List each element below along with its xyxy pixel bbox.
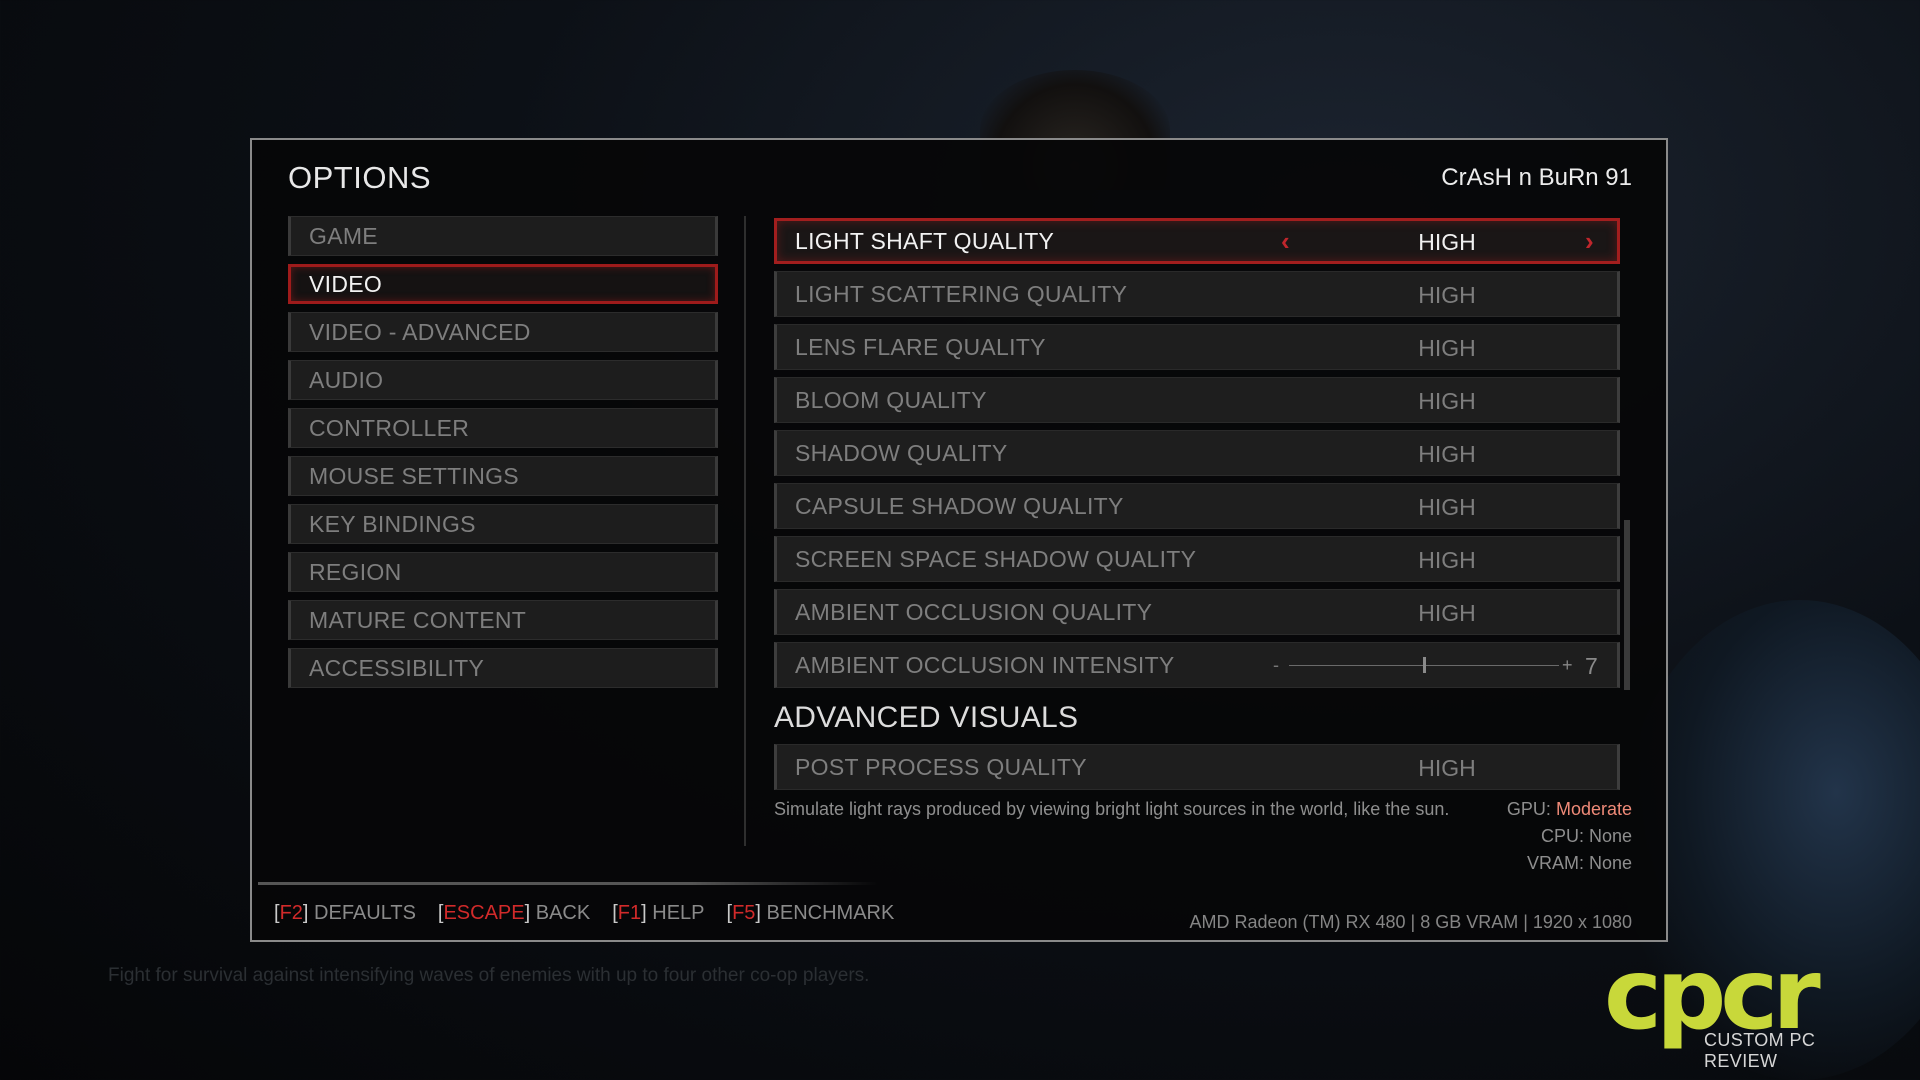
username: CrAsH n BuRn 91 (1441, 164, 1632, 191)
hint-label: BACK (535, 902, 591, 924)
setting-label: LIGHT SCATTERING QUALITY (795, 281, 1128, 307)
performance-impact: GPU: Moderate CPU: None VRAM: None (1507, 796, 1632, 877)
setting-value: HIGH (1418, 755, 1476, 781)
chevron-left-icon[interactable]: ‹ (1281, 221, 1290, 261)
options-panel: OPTIONS CrAsH n BuRn 91 GAME VIDEO VIDEO -… (250, 138, 1668, 942)
hint-key: F5 (732, 902, 756, 924)
hint-label: BENCHMARK (766, 902, 895, 924)
settings-list: LIGHT SHAFT QUALITY ‹ › HIGH LIGHT SCATTERIN… (774, 218, 1620, 797)
nav-item-mature-content[interactable]: MATURE CONTENT (288, 600, 718, 640)
setting-value: HIGH (1418, 494, 1476, 520)
setting-value: HIGH (1418, 335, 1476, 361)
section-heading-advanced-visuals: ADVANCED VISUALS (774, 701, 1079, 734)
setting-value: HIGH (1418, 229, 1476, 255)
hint-back[interactable]: [ESCAPE] BACK (438, 902, 590, 925)
watermark-logo-letters: cpcr (1604, 938, 1821, 1052)
slider-increase[interactable]: + (1562, 643, 1573, 687)
bracket: ] (302, 902, 309, 924)
hint-defaults[interactable]: [F2] DEFAULTS (274, 902, 416, 925)
background-mode-description: Fight for survival against intensifying … (108, 965, 870, 986)
watermark-tagline: CUSTOM PC REVIEW (1704, 1030, 1816, 1071)
nav-item-video-advanced[interactable]: VIDEO - ADVANCED (288, 312, 718, 352)
setting-label: BLOOM QUALITY (795, 387, 987, 413)
setting-row-screen-space-shadow-quality[interactable]: SCREEN SPACE SHADOW QUALITY HIGH (774, 536, 1620, 582)
setting-label: LIGHT SHAFT QUALITY (795, 228, 1055, 254)
setting-value: HIGH (1418, 441, 1476, 467)
hint-key: ESCAPE (443, 902, 525, 924)
hint-help[interactable]: [F1] HELP (612, 902, 704, 925)
chevron-right-icon[interactable]: › (1585, 221, 1594, 261)
hint-key: F1 (617, 902, 642, 924)
nav-item-controller[interactable]: CONTROLLER (288, 408, 718, 448)
watermark-logo: cpcr CUSTOM PC REVIEW (1604, 938, 1894, 1071)
footer-divider (258, 882, 878, 885)
page-title: OPTIONS (288, 160, 432, 195)
setting-row-capsule-shadow-quality[interactable]: CAPSULE SHADOW QUALITY HIGH (774, 483, 1620, 529)
gpu-impact: GPU: Moderate (1506, 799, 1632, 819)
setting-row-bloom-quality[interactable]: BLOOM QUALITY HIGH (774, 377, 1620, 423)
setting-description: Simulate light rays produced by viewing … (774, 799, 1450, 819)
setting-label: SHADOW QUALITY (795, 440, 1008, 466)
setting-label: CAPSULE SHADOW QUALITY (795, 493, 1124, 519)
hint-benchmark[interactable]: [F5] BENCHMARK (727, 902, 895, 925)
nav-item-accessibility[interactable]: ACCESSIBILITY (288, 648, 718, 688)
hint-label: HELP (652, 902, 705, 924)
bracket: ] (755, 902, 761, 924)
gpu-impact-value: Moderate (1555, 799, 1632, 819)
vram-impact: VRAM: None (1526, 853, 1632, 873)
setting-label: SCREEN SPACE SHADOW QUALITY (795, 546, 1197, 572)
setting-value: HIGH (1418, 547, 1476, 573)
nav-item-key-bindings[interactable]: KEY BINDINGS (288, 504, 718, 544)
setting-row-light-scattering-quality[interactable]: LIGHT SCATTERING QUALITY HIGH (774, 271, 1620, 317)
setting-label: LENS FLARE QUALITY (795, 334, 1046, 360)
setting-row-lens-flare-quality[interactable]: LENS FLARE QUALITY HIGH (774, 324, 1620, 370)
setting-value: HIGH (1418, 600, 1476, 626)
setting-label: POST PROCESS QUALITY (795, 754, 1087, 780)
setting-row-light-shaft-quality[interactable]: LIGHT SHAFT QUALITY ‹ › HIGH (774, 218, 1620, 264)
setting-row-post-process-quality[interactable]: POST PROCESS QUALITY HIGH (774, 744, 1620, 790)
nav-item-mouse-settings[interactable]: MOUSE SETTINGS (288, 456, 718, 496)
options-category-list: GAME VIDEO VIDEO - ADVANCED AUDIO CONTROLLER… (288, 216, 718, 696)
slider-value: 7 (1585, 653, 1598, 679)
nav-item-video[interactable]: VIDEO (288, 264, 718, 304)
setting-value: HIGH (1418, 282, 1476, 308)
slider-thumb[interactable] (1423, 657, 1426, 673)
nav-item-game[interactable]: GAME (288, 216, 718, 256)
hint-key: F2 (279, 902, 303, 924)
footer-hints: [F2] DEFAULTS [ESCAPE] BACK [F1] HELP [F5] … (274, 902, 916, 925)
bracket: ] (524, 902, 531, 924)
setting-value: HIGH (1418, 388, 1476, 414)
bracket: ] (641, 902, 647, 924)
nav-item-audio[interactable]: AUDIO (288, 360, 718, 400)
setting-row-ambient-occlusion-quality[interactable]: AMBIENT OCCLUSION QUALITY HIGH (774, 589, 1620, 635)
settings-scrollbar[interactable] (1624, 520, 1630, 690)
hint-label: DEFAULTS (314, 902, 416, 924)
setting-row-shadow-quality[interactable]: SHADOW QUALITY HIGH (774, 430, 1620, 476)
nav-item-region[interactable]: REGION (288, 552, 718, 592)
hardware-info: AMD Radeon (TM) RX 480 | 8 GB VRAM | 192… (1189, 912, 1632, 932)
panel-divider (744, 216, 746, 846)
setting-label: AMBIENT OCCLUSION INTENSITY (795, 652, 1175, 678)
setting-row-ambient-occlusion-intensity[interactable]: AMBIENT OCCLUSION INTENSITY - + 7 (774, 642, 1620, 688)
slider-decrease[interactable]: - (1273, 643, 1279, 687)
setting-label: AMBIENT OCCLUSION QUALITY (795, 599, 1153, 625)
cpu-impact: CPU: None (1540, 826, 1632, 846)
